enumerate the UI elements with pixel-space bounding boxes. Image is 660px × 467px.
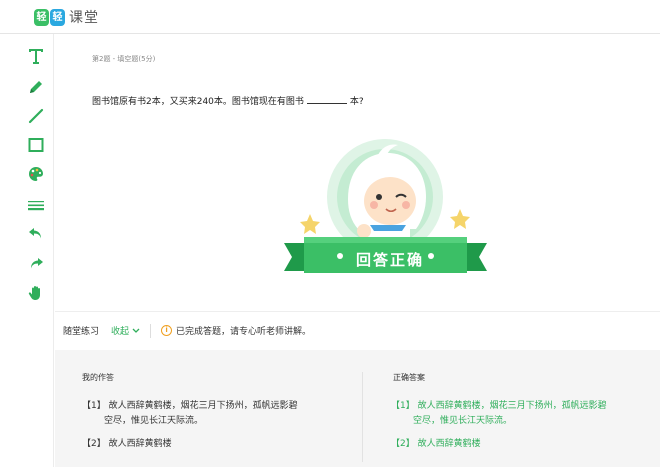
my-answer-1: 【1】 故人西辞黄鹤楼，烟花三月下扬州，孤帆远影碧 空尽，惟见长江天际流。 xyxy=(82,399,342,429)
answers-divider xyxy=(362,372,363,462)
result-label: 回答正确 xyxy=(356,251,425,269)
app-name: 课堂 xyxy=(69,10,99,26)
app-logo[interactable]: 轻 轻 课堂 xyxy=(34,7,99,27)
palette-icon[interactable] xyxy=(25,163,47,185)
question-meta: 第2题 - 填空题(5分) xyxy=(92,55,156,63)
correct-answer-2-index: 【2】 xyxy=(391,439,415,449)
correct-answer-1-cont: 空尽，惟见长江天际流。 xyxy=(413,416,513,426)
rectangle-icon[interactable] xyxy=(25,134,47,156)
hand-icon[interactable] xyxy=(25,282,47,304)
correct-answer-1-text: 故人西辞黄鹤楼，烟花三月下扬州，孤帆远影碧 xyxy=(417,401,607,411)
correct-answer-badge: 回答正确 xyxy=(278,139,493,289)
my-answer-2-index: 【2】 xyxy=(82,439,106,449)
correct-answer-1: 【1】 故人西辞黄鹤楼，烟花三月下扬州，孤帆远影碧 空尽，惟见长江天际流。 xyxy=(391,399,653,429)
collapse-label: 收起 xyxy=(111,327,130,337)
line-icon[interactable] xyxy=(25,105,47,127)
my-answer-title: 我的作答 xyxy=(82,373,114,382)
logo-chip-2: 轻 xyxy=(50,8,65,26)
undo-icon[interactable] xyxy=(25,223,47,245)
status-message: 已完成答题，请专心听老师讲解。 xyxy=(176,327,312,337)
pencil-icon[interactable] xyxy=(25,76,47,98)
answers-panel: 我的作答 【1】 故人西辞黄鹤楼，烟花三月下扬州，孤帆远影碧 空尽，惟见长江天际… xyxy=(55,350,660,467)
my-answer-2: 【2】 故人西辞黄鹤楼 xyxy=(82,437,172,452)
question-area: 第2题 - 填空题(5分) 图书馆原有书2本，又买来240本。图书馆现在有图书 本… xyxy=(55,35,660,310)
practice-title: 随堂练习 xyxy=(63,327,100,337)
text-tool-icon[interactable] xyxy=(25,45,47,67)
correct-answer-title: 正确答案 xyxy=(393,373,425,382)
status-divider xyxy=(150,323,152,338)
app-header: 轻 轻 课堂 xyxy=(0,0,660,34)
drawing-toolbar xyxy=(0,34,54,467)
question-text-after: 本? xyxy=(349,97,364,107)
redo-icon[interactable] xyxy=(25,253,47,275)
correct-answer-2: 【2】 故人西辞黄鹤楼 xyxy=(391,437,481,452)
question-text: 图书馆原有书2本，又买来240本。图书馆现在有图书 本? xyxy=(92,94,364,107)
collapse-button[interactable]: 收起 xyxy=(111,324,140,337)
line-width-icon[interactable] xyxy=(25,194,47,216)
correct-answer-2-text: 故人西辞黄鹤楼 xyxy=(417,439,481,449)
logo-chip-1: 轻 xyxy=(34,8,49,26)
my-answer-1-cont: 空尽，惟见长江天际流。 xyxy=(104,416,204,426)
question-text-before: 图书馆原有书2本，又买来240本。图书馆现在有图书 xyxy=(92,97,304,107)
answer-blank xyxy=(306,96,347,104)
my-answer-1-index: 【1】 xyxy=(82,401,106,411)
chevron-down-icon xyxy=(132,328,140,333)
status-bar: 随堂练习 收起 i 已完成答题，请专心听老师讲解。 xyxy=(55,311,660,349)
my-answer-1-text: 故人西辞黄鹤楼，烟花三月下扬州，孤帆远影碧 xyxy=(108,401,298,411)
my-answer-2-text: 故人西辞黄鹤楼 xyxy=(108,439,172,449)
info-icon: i xyxy=(161,325,173,336)
correct-answer-1-index: 【1】 xyxy=(391,401,415,411)
